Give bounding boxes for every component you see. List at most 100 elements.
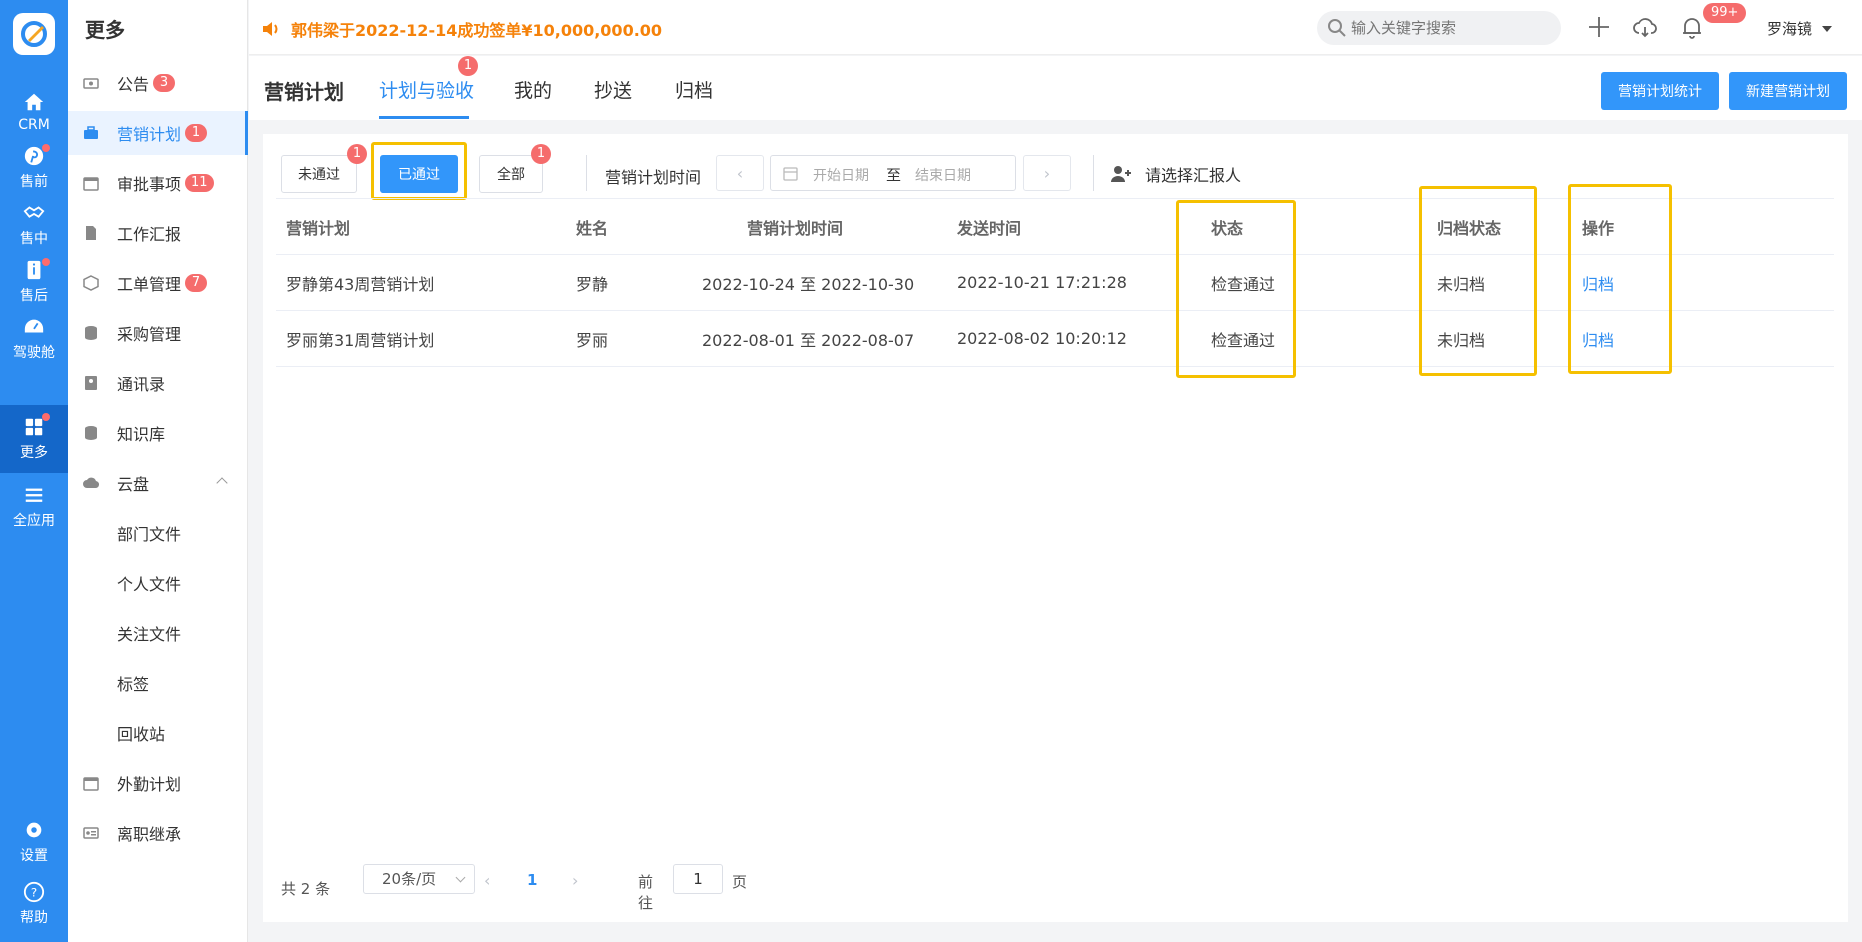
goto-page-input[interactable] <box>673 864 723 894</box>
sidebar-item-field-plan[interactable]: 外勤计划 <box>68 761 248 805</box>
column-header[interactable]: 归档状态 <box>1437 198 1572 255</box>
table-row[interactable]: 罗静第43周营销计划 罗静 2022-10-24 至 2022-10-30 20… <box>276 254 1834 311</box>
bell-icon[interactable] <box>1679 14 1705 40</box>
column-header[interactable]: 发送时间 <box>929 198 1183 255</box>
marketing-stats-button[interactable]: 营销计划统计 <box>1601 72 1719 110</box>
sidebar-item-marketing-plan[interactable]: 营销计划 1 <box>68 111 248 155</box>
sidebar-item-purchase[interactable]: 采购管理 <box>68 311 248 355</box>
divider <box>1093 155 1094 191</box>
filter-passed-button[interactable]: 已通过 <box>380 155 458 193</box>
marketing-plan-table: 营销计划 姓名 营销计划时间 发送时间 状态 归档状态 操作 罗静第43周营销计… <box>276 198 1834 367</box>
archive-status-cell: 未归档 <box>1437 254 1572 311</box>
speaker-icon <box>263 22 278 36</box>
sidebar-item-work-order[interactable]: 工单管理 7 <box>68 261 248 305</box>
cloud-upload-icon[interactable] <box>1632 14 1658 40</box>
page-size-value: 20条/页 <box>382 870 437 888</box>
tab-cc[interactable]: 抄送 <box>594 76 632 103</box>
archive-link[interactable]: 归档 <box>1572 254 1834 311</box>
sidebar-item-dept-files[interactable]: 部门文件 <box>68 511 248 555</box>
sidebar-item-approval[interactable]: 审批事项 11 <box>68 161 248 205</box>
secondary-sidebar: 更多 公告 3 营销计划 1 审批事项 11 工作汇报 工单管理 7 采购管理 … <box>68 0 248 942</box>
sidebar-title: 更多 <box>85 18 125 42</box>
current-page[interactable]: 1 <box>527 871 537 889</box>
announcement-ticker[interactable]: 郭伟梁于2022-12-14成功签单¥10,000,000.00 <box>261 17 662 41</box>
start-date-input[interactable]: 开始日期 <box>813 165 869 185</box>
app-logo[interactable] <box>13 13 55 55</box>
page-size-select[interactable]: 20条/页 <box>363 864 475 894</box>
plan-name-cell[interactable]: 罗丽第31周营销计划 <box>276 310 566 367</box>
database-icon <box>83 425 99 441</box>
table-row[interactable]: 罗丽第31周营销计划 罗丽 2022-08-01 至 2022-08-07 20… <box>276 310 1834 367</box>
sent-time-cell: 2022-08-02 10:20:12 <box>929 310 1183 367</box>
gear-icon <box>26 822 42 838</box>
database-icon <box>83 325 99 341</box>
notification-dot <box>42 413 50 421</box>
plus-icon[interactable] <box>1586 14 1612 40</box>
top-bar: 郭伟梁于2022-12-14成功签单¥10,000,000.00 99+ 罗海镜 <box>249 0 1862 55</box>
rail-item-cockpit[interactable]: 驾驶舱 <box>0 307 68 371</box>
rail-item-insale[interactable]: 售中 <box>0 193 68 257</box>
new-marketing-plan-button[interactable]: 新建营销计划 <box>1729 72 1847 110</box>
sidebar-item-label: 标签 <box>117 675 150 694</box>
sidebar-item-contacts[interactable]: 通讯录 <box>68 361 248 405</box>
sidebar-item-knowledge[interactable]: 知识库 <box>68 411 248 455</box>
column-header[interactable]: 状态 <box>1183 198 1437 255</box>
end-date-input[interactable]: 结束日期 <box>915 165 971 185</box>
next-page-button[interactable]: › <box>572 871 578 890</box>
sidebar-item-tags[interactable]: 标签 <box>68 661 248 705</box>
rail-item-aftersale[interactable]: 售后 <box>0 250 68 314</box>
sidebar-item-work-report[interactable]: 工作汇报 <box>68 211 248 255</box>
rail-label: 更多 <box>20 445 48 461</box>
sidebar-item-label: 通讯录 <box>117 375 166 394</box>
archive-status-cell: 未归档 <box>1437 310 1572 367</box>
sidebar-item-followed-files[interactable]: 关注文件 <box>68 611 248 655</box>
rail-item-help[interactable]: ? 帮助 <box>0 872 68 936</box>
next-range-button[interactable]: › <box>1023 155 1071 191</box>
filter-not-passed-button[interactable]: 未通过 <box>281 155 357 193</box>
cloud-download-icon <box>83 475 100 491</box>
chevron-right-icon: › <box>1043 163 1051 183</box>
rail-item-presale[interactable]: 售前 <box>0 136 68 200</box>
sidebar-item-resignation[interactable]: 离职继承 <box>68 811 248 855</box>
sidebar-item-label: 个人文件 <box>117 575 182 594</box>
prev-page-button[interactable]: ‹ <box>484 871 490 890</box>
date-range-picker[interactable]: 开始日期 至 结束日期 <box>770 155 1016 191</box>
sidebar-item-personal-files[interactable]: 个人文件 <box>68 561 248 605</box>
search-input[interactable] <box>1317 11 1561 45</box>
sidebar-item-recycle-bin[interactable]: 回收站 <box>68 711 248 755</box>
chevron-up-icon[interactable] <box>216 477 228 489</box>
svg-text:?: ? <box>31 886 37 900</box>
person-name-cell: 罗静 <box>566 254 677 311</box>
tab-mine[interactable]: 我的 <box>514 76 552 103</box>
sidebar-item-label: 知识库 <box>117 425 166 444</box>
rail-item-settings[interactable]: 设置 <box>0 810 68 874</box>
prev-range-button[interactable]: ‹ <box>716 155 764 191</box>
chevron-down-icon <box>455 872 466 883</box>
sidebar-item-cloud-disk[interactable]: 云盘 <box>68 461 248 505</box>
column-header[interactable]: 操作 <box>1572 198 1834 255</box>
notification-dot <box>42 144 50 152</box>
tab-plan-acceptance[interactable]: 计划与验收 <box>379 76 474 103</box>
status-cell: 检查通过 <box>1183 310 1437 367</box>
column-header[interactable]: 营销计划 <box>276 198 566 255</box>
money-icon <box>83 75 99 91</box>
column-header[interactable]: 姓名 <box>566 198 677 255</box>
user-menu[interactable]: 罗海镜 <box>1767 18 1833 39</box>
rail-item-crm[interactable]: CRM <box>0 80 68 144</box>
reporter-selector[interactable]: 请选择汇报人 <box>1111 162 1241 186</box>
plan-name-cell[interactable]: 罗静第43周营销计划 <box>276 254 566 311</box>
sent-time-cell: 2022-10-21 17:21:28 <box>929 254 1183 311</box>
goto-label: 前往 <box>638 873 654 912</box>
rail-item-more[interactable]: 更多 <box>0 405 68 473</box>
notification-badge: 99+ <box>1703 3 1747 23</box>
tab-archive[interactable]: 归档 <box>675 76 713 103</box>
rail-label: 售前 <box>20 174 48 190</box>
rail-item-all-apps[interactable]: 全应用 <box>0 475 68 539</box>
add-user-icon <box>1111 166 1131 182</box>
column-header[interactable]: 营销计划时间 <box>677 198 929 255</box>
sidebar-item-label: 回收站 <box>117 725 166 744</box>
archive-link[interactable]: 归档 <box>1572 310 1834 367</box>
sidebar-item-announcement[interactable]: 公告 3 <box>68 61 248 105</box>
count-badge: 7 <box>185 274 208 292</box>
plan-period-cell: 2022-10-24 至 2022-10-30 <box>677 254 929 311</box>
